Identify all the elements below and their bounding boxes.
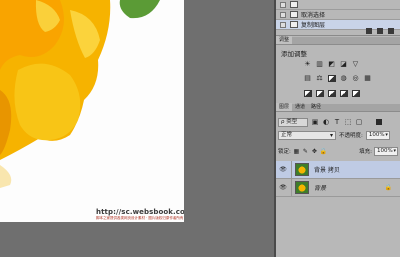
selective-color-icon[interactable] <box>351 89 360 97</box>
lock-icon: 🔒 <box>384 184 392 191</box>
hue-saturation-icon[interactable]: ▤ <box>303 74 312 82</box>
adjustment-filter-icon[interactable]: ◐ <box>322 118 330 126</box>
history-toolbar <box>276 27 400 36</box>
history-state-icon <box>290 11 298 18</box>
document-canvas[interactable]: http://sc.websbook.com 脚本之家提供各类网页设计素材 · … <box>0 0 184 222</box>
fill-label: 填充: <box>359 149 372 155</box>
gradient-map-icon[interactable] <box>339 89 348 97</box>
flower-photo <box>0 0 160 188</box>
layer-divider <box>291 178 292 197</box>
posterize-icon[interactable] <box>315 89 324 97</box>
brightness-contrast-icon[interactable]: ☀ <box>303 60 312 68</box>
lock-position-icon[interactable]: ✥ <box>311 148 318 155</box>
history-item-deselect[interactable]: 取消选择 <box>276 10 400 20</box>
adjustments-title: 添加调整 <box>281 50 307 58</box>
url-watermark: http://sc.websbook.com <box>96 208 184 216</box>
levels-icon[interactable]: ▥ <box>315 60 324 68</box>
history-checkbox[interactable] <box>280 11 286 18</box>
layer-divider <box>291 160 292 179</box>
threshold-icon[interactable] <box>327 89 336 97</box>
pixel-filter-icon[interactable]: ▣ <box>311 118 319 126</box>
blend-mode-select[interactable]: 正常 <box>278 130 336 140</box>
vibrance-icon[interactable]: ▽ <box>351 60 360 68</box>
eye-icon[interactable]: 👁 <box>278 166 288 173</box>
camera-snapshot-icon[interactable] <box>377 28 383 34</box>
eye-icon[interactable]: 👁 <box>278 184 288 191</box>
adjustments-row-2: ▤ ⚖ ◍ ◎ ▦ <box>303 74 372 82</box>
layer-row-background-copy[interactable]: 👁 背景 拷贝 <box>276 160 400 179</box>
lock-image-icon[interactable]: ✎ <box>302 148 309 155</box>
tab-channels[interactable]: 通道 <box>292 103 308 111</box>
right-panel-dock: 取消选择 复制图层 调整 添加调整 ☀ ▥ ◩ ◪ ▽ ▤ ⚖ ◍ ◎ ▦ 图层… <box>276 0 400 257</box>
lock-transparent-icon[interactable]: ▦ <box>293 148 300 155</box>
invert-icon[interactable] <box>303 89 312 97</box>
history-item[interactable] <box>276 0 400 10</box>
tab-paths[interactable]: 路径 <box>308 103 324 111</box>
layer-row-background[interactable]: 👁 背景 🔒 <box>276 178 400 197</box>
tab-adjustments[interactable]: 调整 <box>276 36 293 44</box>
color-balance-icon[interactable]: ⚖ <box>315 74 324 82</box>
copyright-watermark: 脚本之家提供各类网页设计素材 · 图片版权归原作者所有 <box>96 216 184 220</box>
opacity-label: 不透明度: <box>339 133 363 139</box>
filter-toggle-icon[interactable] <box>376 119 382 125</box>
type-filter-icon[interactable]: T <box>333 118 341 126</box>
lock-label: 锁定: <box>278 149 291 155</box>
layer-thumbnail <box>295 163 309 176</box>
history-item-label: 取消选择 <box>301 12 326 19</box>
channel-mixer-icon[interactable]: ◎ <box>351 74 360 82</box>
lock-all-icon[interactable]: 🔒 <box>320 148 327 155</box>
photo-filter-icon[interactable]: ◍ <box>339 74 348 82</box>
blend-opacity-row: 正常 不透明度: 100% <box>278 130 398 140</box>
layer-name[interactable]: 背景 <box>314 183 385 192</box>
photoshop-window: http://sc.websbook.com 脚本之家提供各类网页设计素材 · … <box>0 0 400 257</box>
opacity-input[interactable]: 100% <box>365 130 390 140</box>
layer-thumbnail <box>295 181 309 194</box>
black-white-icon[interactable] <box>327 74 336 82</box>
layer-kind-select[interactable]: ρ 类型 <box>278 117 308 127</box>
history-state-icon <box>290 1 298 8</box>
document-workspace: http://sc.websbook.com 脚本之家提供各类网页设计素材 · … <box>0 0 274 257</box>
smart-object-filter-icon[interactable]: ▢ <box>355 118 363 126</box>
adjustments-row-1: ☀ ▥ ◩ ◪ ▽ <box>303 60 360 68</box>
history-checkbox[interactable] <box>280 1 286 8</box>
layers-tab-bar: 图层 通道 路径 <box>276 103 400 112</box>
new-document-from-state-icon[interactable] <box>366 28 372 34</box>
layers-filter-toolbar: ρ 类型 ▣ ◐ T ⬚ ▢ <box>276 115 400 129</box>
fill-input[interactable]: 100% <box>374 146 398 156</box>
shape-filter-icon[interactable]: ⬚ <box>344 118 352 126</box>
trash-icon[interactable] <box>388 28 394 34</box>
history-list: 取消选择 复制图层 <box>276 0 400 30</box>
lock-fill-row: 锁定: ▦ ✎ ✥ 🔒 填充: 100% <box>278 146 398 156</box>
adjustments-tab-bar: 调整 <box>276 36 400 45</box>
tab-layers[interactable]: 图层 <box>276 103 293 111</box>
color-lookup-icon[interactable]: ▦ <box>363 74 372 82</box>
exposure-icon[interactable]: ◪ <box>339 60 348 68</box>
curves-icon[interactable]: ◩ <box>327 60 336 68</box>
layer-name[interactable]: 背景 拷贝 <box>314 165 400 174</box>
adjustments-row-3 <box>303 89 360 97</box>
